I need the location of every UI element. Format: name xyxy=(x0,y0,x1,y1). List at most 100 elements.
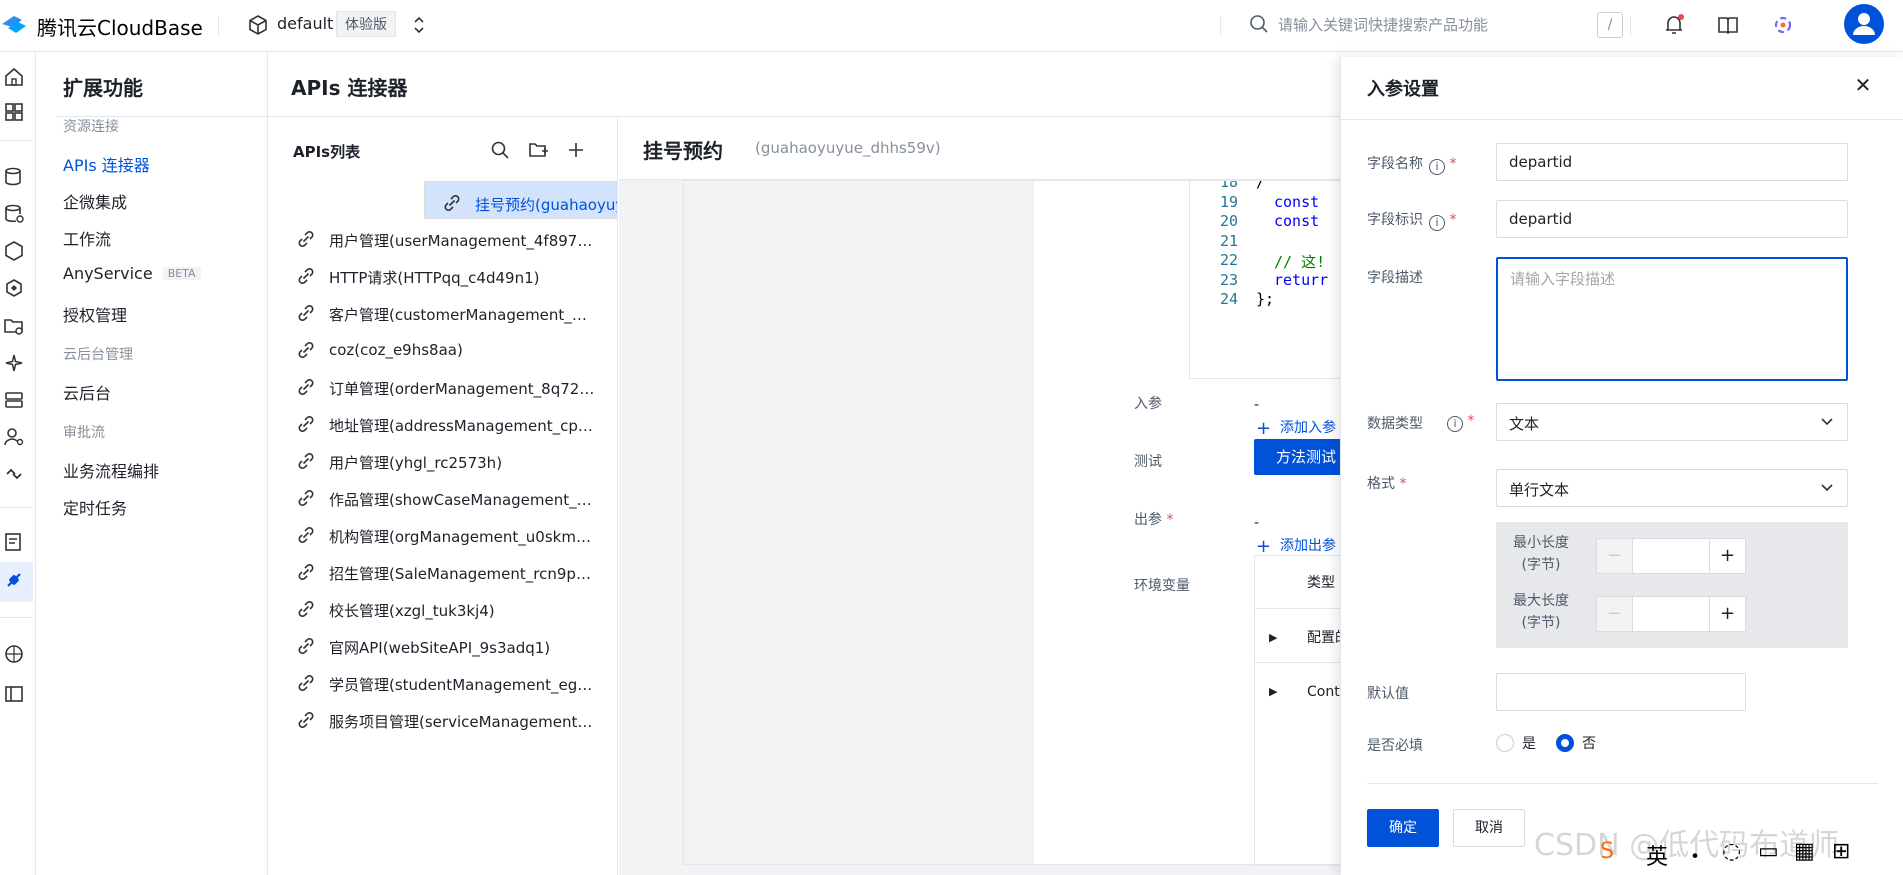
param-settings-drawer: 入参设置 ✕ 字段名称 i * departid 字段标识 i * departid… xyxy=(1340,57,1903,875)
nav-item-apis-connector[interactable]: APIs 连接器 xyxy=(63,152,150,176)
brand-name[interactable]: 腾讯云CloudBase xyxy=(37,12,203,41)
collapse-sidebar-icon[interactable] xyxy=(2,682,26,706)
nav-item-workflow[interactable]: 工作流 xyxy=(63,226,111,250)
data-type-value: 文本 xyxy=(1509,415,1540,433)
code-line: returr xyxy=(1274,270,1329,289)
database-icon[interactable] xyxy=(2,165,26,189)
cancel-button[interactable]: 取消 xyxy=(1453,809,1525,847)
user-avatar[interactable] xyxy=(1844,4,1884,44)
ime-mic-icon[interactable]: ◌ xyxy=(1722,839,1741,864)
cloud-function-icon[interactable] xyxy=(2,276,26,300)
dashboard-grid-icon[interactable] xyxy=(2,100,26,124)
confirm-button[interactable]: 确定 xyxy=(1367,809,1439,847)
nav-item-auth[interactable]: 授权管理 xyxy=(63,302,127,326)
nav-item-anyservice[interactable]: AnyService BETA xyxy=(63,264,201,283)
link-icon xyxy=(297,637,315,655)
info-icon[interactable]: i xyxy=(1429,159,1445,175)
required-yes-radio[interactable]: 是 xyxy=(1496,733,1536,753)
env-name[interactable]: default xyxy=(277,14,333,33)
expand-triangle-icon[interactable]: ▶ xyxy=(1269,631,1277,644)
ime-menu-icon[interactable]: ⊞ xyxy=(1832,839,1850,864)
plus-icon: + xyxy=(1256,418,1272,439)
link-icon xyxy=(297,563,315,581)
api-list-item-label: 订单管理(orderManagement_8q72kth) xyxy=(329,380,595,398)
min-length-stepper[interactable]: − + xyxy=(1596,538,1746,574)
link-icon xyxy=(297,304,315,322)
nav-item-process[interactable]: 业务流程编排 xyxy=(63,458,159,482)
field-desc-label: 字段描述 xyxy=(1367,270,1423,286)
data-type-label: 数据类型 xyxy=(1367,416,1423,432)
page-title: APIs 连接器 xyxy=(291,76,408,100)
nav-item-wecom[interactable]: 企微集成 xyxy=(63,189,127,213)
user-auth-icon[interactable] xyxy=(2,425,26,449)
add-output-param-link[interactable]: + 添加出参 xyxy=(1256,535,1336,557)
ime-keyboard-icon[interactable]: ▭ xyxy=(1758,839,1779,864)
search-shortcut-key: / xyxy=(1597,12,1623,38)
api-list-item[interactable]: 挂号预约(guahaoyuyue_dhhs59v) xyxy=(424,181,617,219)
decrement-button[interactable]: − xyxy=(1597,597,1633,631)
ime-punct-icon[interactable]: ・ xyxy=(1684,839,1706,871)
format-select[interactable]: 单行文本 xyxy=(1496,469,1848,507)
expand-triangle-icon[interactable]: ▶ xyxy=(1269,685,1277,698)
code-line-number: 23 xyxy=(1219,270,1238,289)
ai-assistant-icon[interactable] xyxy=(1770,12,1796,38)
info-icon[interactable]: i xyxy=(1429,215,1445,231)
api-list-item-label: 客户管理(customerManagement_2fy3… xyxy=(329,306,595,324)
required-no-radio[interactable]: 否 xyxy=(1556,733,1596,753)
ime-skin-icon[interactable]: ▦ xyxy=(1794,839,1815,864)
code-line: // 这! xyxy=(1274,253,1326,271)
data-model-icon[interactable] xyxy=(2,202,26,226)
api-connector-icon[interactable] xyxy=(2,568,26,592)
notification-bell-icon[interactable] xyxy=(1661,12,1687,38)
hexagon-icon[interactable] xyxy=(2,239,26,263)
chevron-down-icon xyxy=(1821,418,1833,426)
max-length-stepper[interactable]: − + xyxy=(1596,596,1746,632)
logs-icon[interactable] xyxy=(2,530,26,554)
top-bar: 腾讯云CloudBase default 体验版 请输入关键词快捷搜索产品功能 … xyxy=(0,0,1903,52)
nav-item-admin[interactable]: 云后台 xyxy=(63,380,111,404)
storage-folder-icon[interactable] xyxy=(2,314,26,338)
settings-cube-icon[interactable] xyxy=(2,642,26,666)
cloudbase-logo[interactable] xyxy=(0,10,30,40)
add-api-icon[interactable] xyxy=(565,139,587,161)
format-value: 单行文本 xyxy=(1509,481,1570,499)
link-icon xyxy=(297,341,315,359)
hosting-stack-icon[interactable] xyxy=(2,388,26,412)
max-length-label-line2: (字节) xyxy=(1521,615,1561,631)
field-id-input[interactable]: departid xyxy=(1496,200,1848,238)
home-icon[interactable] xyxy=(2,65,26,89)
link-icon xyxy=(297,452,315,470)
api-identifier: (guahaoyuyue_dhhs59v) xyxy=(755,139,941,157)
extension-link-icon[interactable] xyxy=(2,462,26,486)
field-desc-textarea[interactable]: 请输入字段描述 xyxy=(1496,257,1848,381)
radio-dot-selected xyxy=(1556,734,1574,752)
ai-sparkle-icon[interactable] xyxy=(2,351,26,375)
docs-book-icon[interactable] xyxy=(1715,12,1741,38)
api-list-item-label: coz(coz_e9hs8aa) xyxy=(329,341,463,359)
search-icon[interactable] xyxy=(489,139,511,161)
divider xyxy=(218,16,219,36)
switch-env-icon[interactable] xyxy=(410,13,428,37)
increment-button[interactable]: + xyxy=(1709,539,1745,573)
field-name-input[interactable]: departid xyxy=(1496,143,1848,181)
add-input-param-link[interactable]: + 添加入参 xyxy=(1256,417,1336,439)
ime-lang[interactable]: 英 xyxy=(1646,839,1668,871)
nav-item-scheduled[interactable]: 定时任务 xyxy=(63,495,127,519)
info-icon[interactable]: i xyxy=(1447,416,1463,432)
rail-divider xyxy=(0,617,33,618)
nav-group-label: 审批流 xyxy=(63,425,105,441)
link-icon xyxy=(297,378,315,396)
code-line: const xyxy=(1274,192,1320,211)
decrement-button[interactable]: − xyxy=(1597,539,1633,573)
increment-button[interactable]: + xyxy=(1709,597,1745,631)
default-value-input[interactable] xyxy=(1496,673,1746,711)
api-list-item[interactable]: 服务项目管理(serviceManagement_wf… xyxy=(279,699,601,743)
rail-divider xyxy=(0,140,33,141)
new-folder-icon[interactable] xyxy=(527,139,549,161)
plus-icon: + xyxy=(1256,536,1272,557)
data-type-select[interactable]: 文本 xyxy=(1496,403,1848,441)
global-search[interactable]: 请输入关键词快捷搜索产品功能 / xyxy=(1238,0,1623,51)
close-icon[interactable]: ✕ xyxy=(1853,75,1873,95)
ime-logo-icon[interactable]: S xyxy=(1600,839,1614,864)
beta-badge: BETA xyxy=(162,267,201,280)
